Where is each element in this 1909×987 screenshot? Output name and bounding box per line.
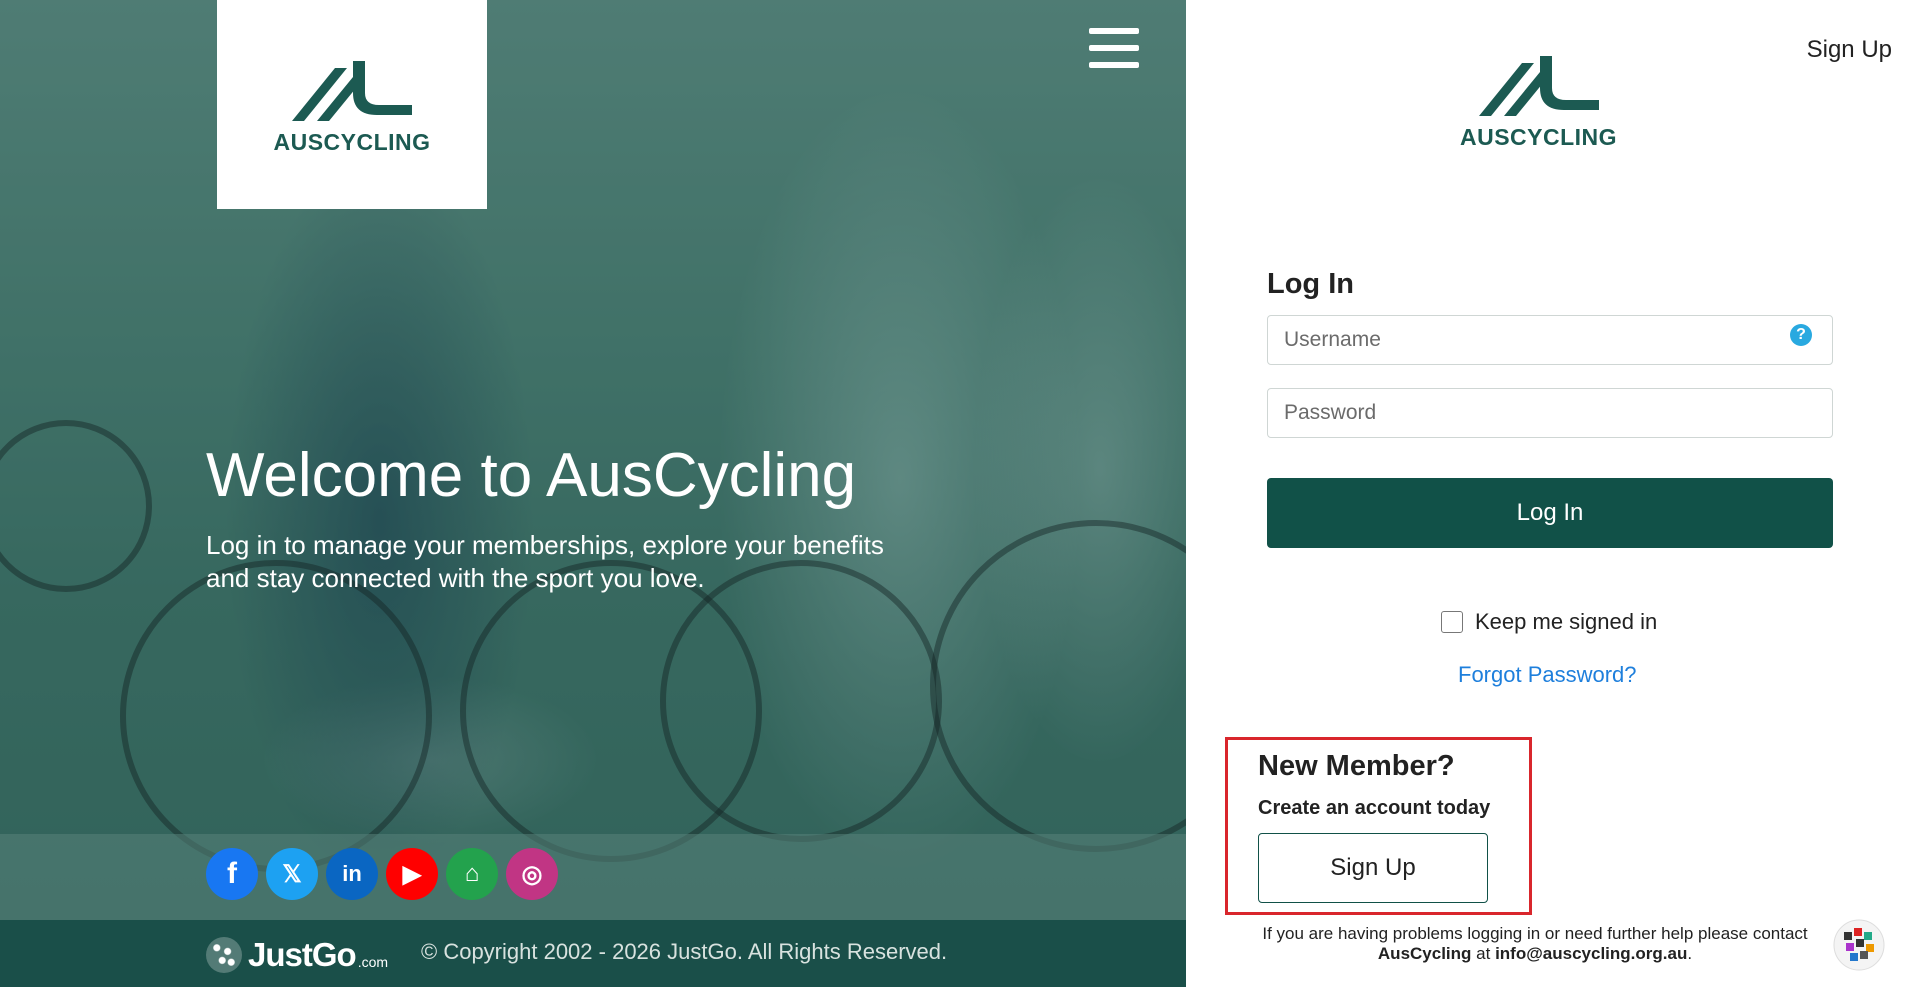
youtube-icon[interactable]: ▶ [386,848,438,900]
help-email-link[interactable]: info@auscycling.org.au [1495,944,1687,963]
linkedin-icon[interactable]: in [326,848,378,900]
panel-logo: AUSCYCLING [1460,48,1617,151]
password-field [1267,388,1833,438]
bike-wheel-shape [660,560,942,842]
keep-signed-in-checkbox[interactable] [1441,611,1463,633]
bike-wheel-shape [930,520,1186,852]
login-button[interactable]: Log In [1267,478,1833,548]
forgot-password-link[interactable]: Forgot Password? [1458,662,1637,688]
justgo-wordmark: JustGo [248,936,357,973]
username-field: ? [1267,315,1833,365]
facebook-icon[interactable]: f [206,848,258,900]
bike-wheel-shape [120,560,432,872]
hero-text-block: Welcome to AusCycling Log in to manage y… [206,440,926,595]
top-signup-link[interactable]: Sign Up [1807,36,1892,64]
social-links: f 𝕏 in ▶ ⌂ ◎ [206,848,558,900]
new-member-title: New Member? [1258,750,1455,782]
keep-signed-in[interactable]: Keep me signed in [1441,609,1657,635]
home-icon[interactable]: ⌂ [446,848,498,900]
brand-wordmark: AUSCYCLING [1460,124,1618,150]
password-input[interactable] [1268,389,1832,437]
login-title: Log In [1267,268,1354,300]
copyright-text: © Copyright 2002 - 2026 JustGo. All Righ… [421,939,948,964]
help-org: AusCycling [1377,944,1472,963]
hero-logo-card[interactable]: AUSCYCLING [217,0,487,209]
signup-button[interactable]: Sign Up [1258,833,1488,903]
bike-wheel-shape [0,420,152,592]
username-input[interactable] [1268,316,1832,364]
justgo-suffix: .com [357,954,389,970]
help-icon[interactable]: ? [1790,324,1812,346]
justgo-logo[interactable]: JustGo .com [206,936,388,974]
new-member-box: New Member? Create an account today Sign… [1225,737,1532,915]
hero-title: Welcome to AusCycling [206,441,857,510]
new-member-subtitle: Create an account today [1258,797,1491,819]
hamburger-menu-icon[interactable] [1089,28,1139,68]
help-text: If you are having problems logging in or… [1233,924,1837,964]
justgo-globe-icon [206,937,242,973]
help-at: at [1471,944,1496,963]
justgo-cube-icon [1832,918,1886,972]
brand-wordmark: AUSCYCLING [273,129,431,155]
instagram-icon[interactable]: ◎ [506,848,558,900]
help-end: . [1687,944,1693,963]
auscycling-logo-icon [287,53,417,125]
social-band [0,834,1186,920]
login-panel: Sign Up AUSCYCLING Log In ? Log In Keep … [1186,0,1909,987]
keep-signed-in-label: Keep me signed in [1475,609,1658,634]
help-text-prefix: If you are having problems logging in or… [1262,924,1808,943]
x-twitter-icon[interactable]: 𝕏 [266,848,318,900]
auscycling-logo-icon [1474,48,1604,120]
hero-subtitle: Log in to manage your memberships, explo… [206,530,884,593]
